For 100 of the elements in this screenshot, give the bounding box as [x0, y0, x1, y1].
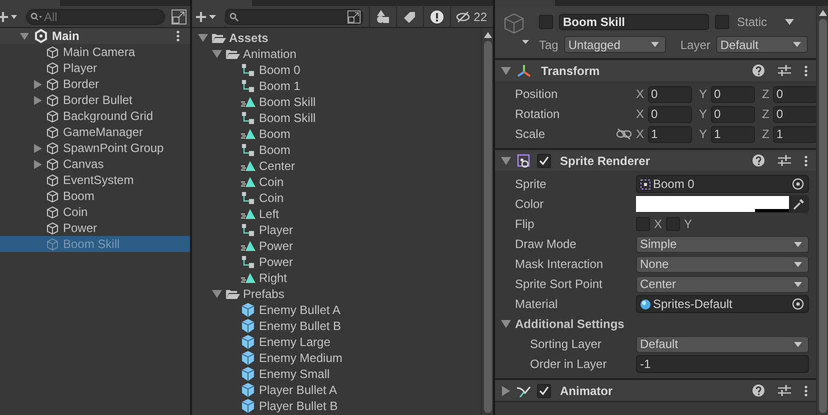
object-field[interactable]: Sprites-Default [636, 295, 809, 313]
number-field[interactable]: 0 [648, 86, 692, 102]
property-label: Sprite Sort Point [515, 277, 602, 291]
component-title[interactable]: Animator [560, 384, 613, 398]
item-name: Coin [63, 205, 88, 219]
asset-name: Player Bullet B [259, 399, 338, 413]
dropdown[interactable]: None [636, 256, 809, 272]
asset-name: Assets [229, 31, 268, 45]
hierarchy-item[interactable]: GameManager [0, 124, 190, 140]
project-item[interactable]: Player [192, 222, 481, 238]
axis-label: Z [762, 87, 770, 101]
hierarchy-item[interactable]: Canvas [0, 156, 190, 172]
hierarchy-item[interactable]: Player [0, 60, 190, 76]
hierarchy-item[interactable]: Border Bullet [0, 92, 190, 108]
asset-name: Boom [259, 127, 290, 141]
project-item[interactable]: Coin [192, 174, 481, 190]
project-item[interactable]: Enemy Medium [192, 350, 481, 366]
hierarchy-item[interactable]: Coin [0, 204, 190, 220]
project-item[interactable]: Prefabs [192, 286, 481, 302]
asset-name: Enemy Bullet B [259, 319, 342, 333]
item-name: Main Camera [63, 45, 136, 59]
project-item[interactable]: Coin [192, 190, 481, 206]
dropdown[interactable]: Default [636, 336, 809, 352]
hierarchy-item[interactable]: SpawnPoint Group [0, 140, 190, 156]
asset-name: Boom Skill [259, 95, 316, 109]
asset-name: Player Bullet A [259, 383, 338, 397]
item-name: SpawnPoint Group [63, 141, 164, 155]
project-item[interactable]: Enemy Small [192, 366, 481, 382]
item-name: Border [63, 77, 100, 91]
project-item[interactable]: Enemy Bullet A [192, 302, 481, 318]
tag-dropdown[interactable]: Untagged [564, 36, 666, 53]
axis-label: Y [699, 87, 708, 101]
project-item[interactable]: Power [192, 238, 481, 254]
number-field[interactable]: 0 [773, 86, 818, 102]
asset-name: Coin [259, 175, 284, 189]
object-field[interactable]: Boom 0 [636, 175, 809, 193]
axis-label: X [636, 87, 644, 101]
asset-name: Boom Skill [259, 111, 316, 125]
hierarchy-item[interactable]: Border [0, 76, 190, 92]
number-field[interactable]: 1 [648, 126, 692, 142]
project-item[interactable]: Assets [192, 30, 481, 46]
item-name: Power [63, 221, 98, 235]
hierarchy-item[interactable]: Background Grid [0, 108, 190, 124]
project-item[interactable]: Boom [192, 142, 481, 158]
axis-label: X [636, 107, 644, 121]
asset-name: Animation [243, 47, 296, 61]
asset-name: Coin [259, 191, 284, 205]
project-item[interactable]: Player Bullet A [192, 382, 481, 398]
layer-dropdown[interactable]: Default [716, 36, 808, 53]
axis-label: Y [699, 107, 708, 121]
number-field[interactable]: 1 [773, 126, 818, 142]
asset-name: Left [259, 207, 280, 221]
property-label: Sorting Layer [530, 337, 602, 351]
project-item[interactable]: Boom 1 [192, 78, 481, 94]
asset-name: Boom 0 [259, 63, 300, 77]
number-field[interactable]: 1 [711, 126, 756, 142]
project-item[interactable]: Animation [192, 46, 481, 62]
hierarchy-item[interactable]: EventSystem [0, 172, 190, 188]
tag-label: Tag [539, 38, 558, 52]
axis-label: X [636, 127, 644, 141]
project-item[interactable]: Boom [192, 126, 481, 142]
project-item[interactable]: Boom Skill [192, 94, 481, 110]
property-label: Draw Mode [515, 237, 576, 251]
asset-name: Center [259, 159, 296, 173]
project-item[interactable]: Right [192, 270, 481, 286]
number-field[interactable]: 0 [711, 106, 756, 122]
project-item[interactable]: Boom 0 [192, 62, 481, 78]
project-item[interactable]: Enemy Large [192, 334, 481, 350]
dropdown[interactable]: Center [636, 276, 809, 292]
number-field[interactable]: 0 [711, 86, 756, 102]
project-item[interactable]: Center [192, 158, 481, 174]
project-item[interactable]: Left [192, 206, 481, 222]
number-field[interactable]: 0 [648, 106, 692, 122]
dropdown[interactable]: Simple [636, 236, 809, 252]
name-field[interactable]: Boom Skill [559, 14, 709, 30]
axis-label: Y [699, 127, 708, 141]
project-item[interactable]: Power [192, 254, 481, 270]
project-item[interactable]: Player Bullet B [192, 398, 481, 414]
number-field[interactable]: -1 [636, 355, 809, 373]
asset-name: Player [259, 223, 294, 237]
hierarchy-item[interactable]: Power [0, 220, 190, 236]
component-title[interactable]: Transform [541, 64, 600, 78]
axis-label: Z [762, 127, 770, 141]
item-name: GameManager [63, 125, 144, 139]
property-label: Sprite [515, 177, 546, 191]
section-label[interactable]: Additional Settings [515, 317, 624, 331]
search-field[interactable]: All [26, 8, 165, 24]
axis-label: X [654, 217, 662, 231]
hierarchy-item[interactable]: Boom [0, 188, 190, 204]
project-item[interactable]: Boom Skill [192, 110, 481, 126]
number-field[interactable]: 0 [773, 106, 818, 122]
layer-label: Layer [680, 38, 710, 52]
item-name: EventSystem [63, 173, 134, 187]
item-name: Boom Skill [63, 237, 120, 251]
component-title[interactable]: Sprite Renderer [560, 154, 650, 168]
project-item[interactable]: Enemy Bullet B [192, 318, 481, 334]
hierarchy-item[interactable]: Main Camera [0, 44, 190, 60]
property-label: Rotation [515, 107, 560, 121]
asset-name: Boom 1 [259, 79, 300, 93]
asset-name: Enemy Medium [259, 351, 342, 365]
